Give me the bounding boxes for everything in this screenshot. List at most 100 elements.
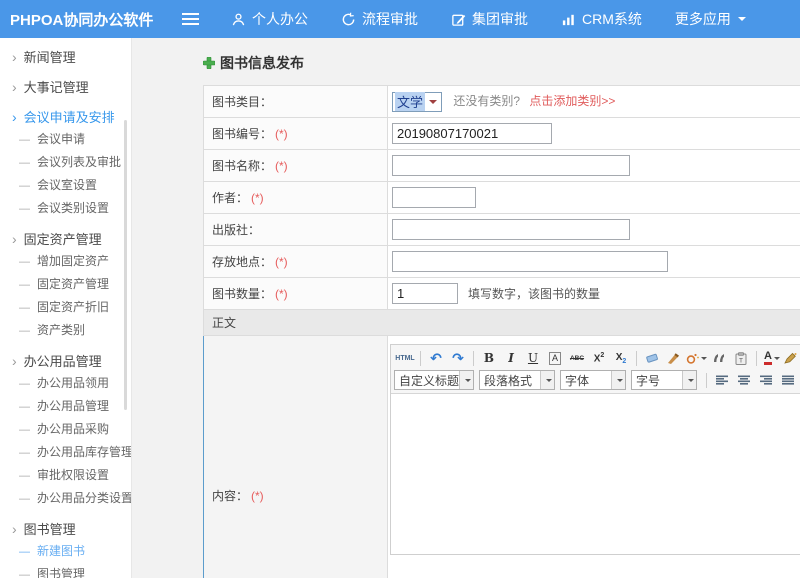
nav-item[interactable]: 更多应用 xyxy=(675,9,746,29)
sidebar-item[interactable]: —审批权限设置 xyxy=(0,464,131,487)
font-family-combo[interactable]: 字体 xyxy=(560,370,626,390)
required-mark: (*) xyxy=(275,255,288,269)
html-source-icon[interactable]: HTML xyxy=(395,349,415,368)
content-label: 内容： xyxy=(212,489,248,503)
heading-combo[interactable]: 自定义标题 xyxy=(394,370,474,390)
sidebar-item[interactable]: —办公用品管理 xyxy=(0,395,131,418)
book-code-input[interactable] xyxy=(392,123,552,144)
dash-icon: — xyxy=(19,134,30,146)
eraser-icon[interactable] xyxy=(642,349,662,368)
table-row: 内容：(*) HTML↶↷BIUAABCX2X2TA123 自定义标题段落格式字… xyxy=(204,336,800,578)
sidebar-item[interactable]: —办公用品分类设置 xyxy=(0,487,131,510)
page-title: 图书信息发布 xyxy=(203,53,800,73)
undo-icon[interactable]: ↶ xyxy=(426,349,446,368)
toolbar-separator xyxy=(636,351,637,366)
dash-icon: — xyxy=(19,378,30,390)
sidebar-item[interactable]: —会议申请 xyxy=(0,128,131,151)
align-justify-icon[interactable] xyxy=(778,371,797,390)
menu-toggle-icon[interactable] xyxy=(182,13,199,25)
sidebar-group[interactable]: ›图书管理 xyxy=(0,518,131,540)
sidebar-menu: ›新闻管理 ›大事记管理 ›会议申请及安排—会议申请—会议列表及审批—会议室设置—会… xyxy=(0,46,131,578)
sidebar-group[interactable]: ›固定资产管理 xyxy=(0,228,131,250)
sidebar-item[interactable]: —会议室设置 xyxy=(0,174,131,197)
dash-icon: — xyxy=(19,493,30,505)
sidebar-item[interactable]: —固定资产管理 xyxy=(0,273,131,296)
dash-icon: — xyxy=(19,569,30,578)
remove-format-icon[interactable]: A xyxy=(545,349,565,368)
dash-icon: — xyxy=(19,546,30,558)
chevron-down-icon xyxy=(540,371,554,389)
format-brush-icon[interactable] xyxy=(664,349,684,368)
location-label: 存放地点： xyxy=(212,255,272,269)
quantity-hint: 填写数字，该图书的数量 xyxy=(468,287,600,301)
author-label: 作者： xyxy=(212,191,248,205)
blockquote-icon[interactable] xyxy=(709,349,729,368)
author-input[interactable] xyxy=(392,187,476,208)
editor-content-area[interactable] xyxy=(391,394,800,554)
paste-icon[interactable]: T xyxy=(731,349,751,368)
sidebar-item[interactable]: —会议列表及审批 xyxy=(0,151,131,174)
table-row: 图书名称：(*) xyxy=(204,150,800,182)
dash-icon: — xyxy=(19,302,30,314)
highlight-icon[interactable] xyxy=(686,349,707,368)
code-label: 图书编号： xyxy=(212,127,272,141)
paragraph-format-combo[interactable]: 段落格式 xyxy=(479,370,555,390)
svg-text:T: T xyxy=(739,357,743,364)
sidebar-item[interactable]: —办公用品采购 xyxy=(0,418,131,441)
redo-icon[interactable]: ↷ xyxy=(448,349,468,368)
sidebar-item[interactable]: —资产类别 xyxy=(0,319,131,342)
sidebar-item[interactable]: —增加固定资产 xyxy=(0,250,131,273)
strikethrough-icon[interactable]: ABC xyxy=(567,349,587,368)
chevron-down-icon xyxy=(682,371,696,389)
toolbar-separator xyxy=(706,373,707,388)
add-icon xyxy=(203,57,215,69)
nav-item[interactable]: CRM系统 xyxy=(561,9,642,29)
align-center-icon[interactable] xyxy=(734,371,754,390)
sidebar-group[interactable]: ›大事记管理 xyxy=(0,76,131,98)
align-left-icon[interactable] xyxy=(712,371,732,390)
subscript-icon[interactable]: X2 xyxy=(611,349,631,368)
sidebar-item[interactable]: —新建图书 xyxy=(0,540,131,563)
location-input[interactable] xyxy=(392,251,668,272)
sidebar-item[interactable]: —会议类别设置 xyxy=(0,197,131,220)
font-color-icon[interactable]: A xyxy=(762,349,782,368)
sidebar-group[interactable]: ›会议申请及安排 xyxy=(0,106,131,128)
nav-item[interactable]: 集团审批 xyxy=(451,9,528,29)
dash-icon: — xyxy=(19,157,30,169)
sidebar-scrollbar[interactable] xyxy=(124,120,127,410)
table-row: 图书类目： 文学 还没有类别? 点击添加类别>> xyxy=(204,86,800,118)
toolbar-separator xyxy=(420,351,421,366)
sidebar-group[interactable]: ›办公用品管理 xyxy=(0,350,131,372)
sidebar-item[interactable]: —图书管理 xyxy=(0,563,131,578)
name-label: 图书名称： xyxy=(212,159,272,173)
chevron-down-icon xyxy=(611,371,625,389)
editor-toolbar: HTML↶↷BIUAABCX2X2TA123 自定义标题段落格式字体字号 xyxy=(391,345,800,394)
sidebar-item[interactable]: —固定资产折旧 xyxy=(0,296,131,319)
rich-text-editor: HTML↶↷BIUAABCX2X2TA123 自定义标题段落格式字体字号 xyxy=(390,344,800,555)
editor-toolbar-row1: HTML↶↷BIUAABCX2X2TA123 xyxy=(394,347,797,369)
sidebar-item[interactable]: —办公用品库存管理 xyxy=(0,441,131,464)
quantity-input[interactable] xyxy=(392,283,458,304)
underline-icon[interactable]: U xyxy=(523,349,543,368)
required-mark: (*) xyxy=(251,191,264,205)
nav-item[interactable]: 流程审批 xyxy=(341,9,418,29)
italic-icon[interactable]: I xyxy=(501,349,521,368)
quantity-label: 图书数量： xyxy=(212,287,272,301)
table-row: 出版社： xyxy=(204,214,800,246)
chevron-right-icon: › xyxy=(12,109,17,125)
bold-icon[interactable]: B xyxy=(479,349,499,368)
add-category-link[interactable]: 点击添加类别>> xyxy=(529,94,615,108)
pen-color-icon[interactable] xyxy=(784,349,797,368)
chevron-right-icon: › xyxy=(12,49,17,65)
publisher-input[interactable] xyxy=(392,219,630,240)
sidebar-item[interactable]: —办公用品领用 xyxy=(0,372,131,395)
font-size-combo[interactable]: 字号 xyxy=(631,370,697,390)
align-right-icon[interactable] xyxy=(756,371,776,390)
superscript-icon[interactable]: X2 xyxy=(589,349,609,368)
sidebar-group[interactable]: ›新闻管理 xyxy=(0,46,131,68)
process-icon xyxy=(341,12,356,27)
book-name-input[interactable] xyxy=(392,155,630,176)
category-label: 图书类目： xyxy=(212,95,272,109)
category-select[interactable]: 文学 xyxy=(392,92,442,112)
nav-item[interactable]: 个人办公 xyxy=(231,9,308,29)
